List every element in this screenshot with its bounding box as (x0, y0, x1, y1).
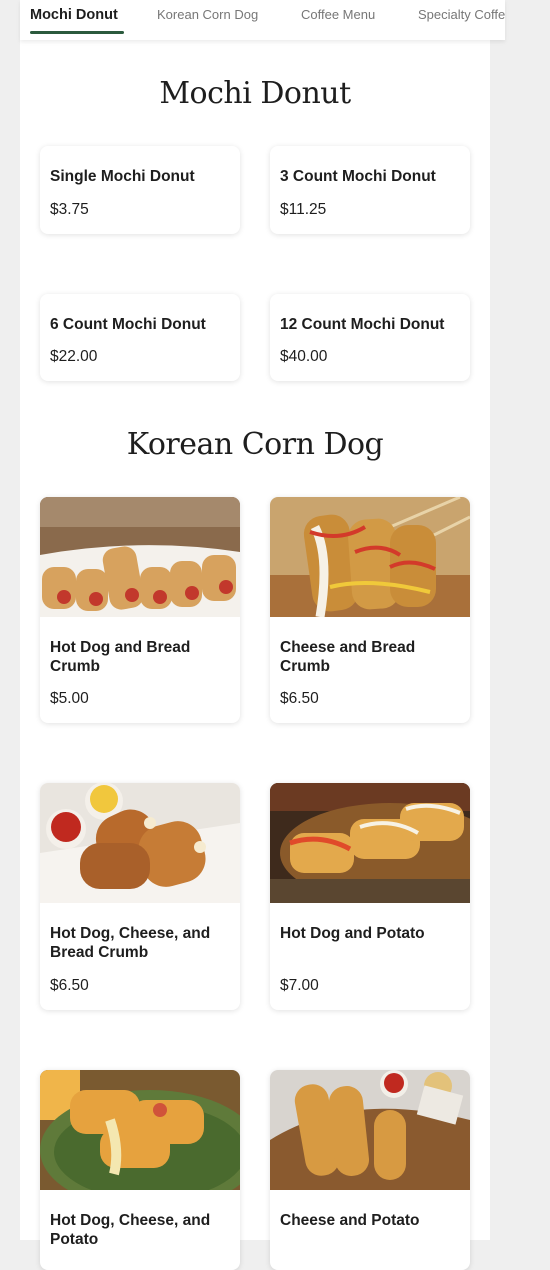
tab-label: Korean Corn Dog (157, 7, 259, 22)
item-photo (40, 497, 240, 617)
item-photo (40, 1070, 240, 1190)
item-name: Single Mochi Donut (50, 168, 195, 185)
item-price: $40.00 (280, 348, 328, 365)
item-name: Cheese and Potato (280, 1212, 420, 1229)
item-name: Hot Dog, Cheese, and Bread Crumb (50, 925, 211, 961)
menu-item-card[interactable]: Hot Dog, Cheese, and Potato (40, 1070, 240, 1270)
menu-item-card[interactable]: Hot Dog, Cheese, and Bread Crumb $6.50 (40, 783, 240, 1010)
item-name: Hot Dog, Cheese, and Potato (50, 1212, 211, 1248)
item-photo (270, 783, 470, 903)
menu-item-card[interactable]: 3 Count Mochi Donut $11.25 (270, 146, 470, 234)
menu-item-card[interactable]: Single Mochi Donut $3.75 (40, 146, 240, 234)
tab-label: Specialty Coffee (418, 7, 505, 22)
section-title-mochi-donut: Mochi Donut (159, 76, 351, 111)
category-tab-bar[interactable]: Mochi Donut Korean Corn Dog Coffee Menu … (20, 0, 505, 40)
item-photo (270, 497, 470, 617)
item-price: $7.00 (280, 977, 319, 994)
menu-item-card[interactable]: 12 Count Mochi Donut $40.00 (270, 294, 470, 381)
item-price: $3.75 (50, 201, 89, 218)
tab-label: Mochi Donut (30, 7, 118, 23)
section-title-korean-corn-dog: Korean Corn Dog (126, 427, 384, 462)
item-name: 3 Count Mochi Donut (280, 168, 436, 185)
menu-item-card[interactable]: Cheese and Potato (270, 1070, 470, 1270)
item-price: $6.50 (50, 977, 89, 994)
item-price: $5.00 (50, 690, 89, 707)
menu-item-card[interactable]: 6 Count Mochi Donut $22.00 (40, 294, 240, 381)
active-tab-indicator (30, 31, 124, 34)
item-name: Cheese and Bread Crumb (280, 639, 416, 675)
item-price: $22.00 (50, 348, 98, 365)
item-price: $11.25 (280, 201, 327, 218)
menu-item-card[interactable]: Hot Dog and Bread Crumb $5.00 (40, 497, 240, 723)
menu-item-card[interactable]: Cheese and Bread Crumb $6.50 (270, 497, 470, 723)
item-name: 6 Count Mochi Donut (50, 316, 206, 333)
item-price: $6.50 (280, 690, 319, 707)
item-photo (270, 1070, 470, 1190)
item-name: Hot Dog and Bread Crumb (50, 639, 191, 675)
item-photo (40, 783, 240, 903)
tab-label: Coffee Menu (301, 7, 376, 22)
menu-item-card[interactable]: Hot Dog and Potato $7.00 (270, 783, 470, 1010)
item-name: 12 Count Mochi Donut (280, 316, 445, 333)
item-name: Hot Dog and Potato (280, 925, 425, 942)
